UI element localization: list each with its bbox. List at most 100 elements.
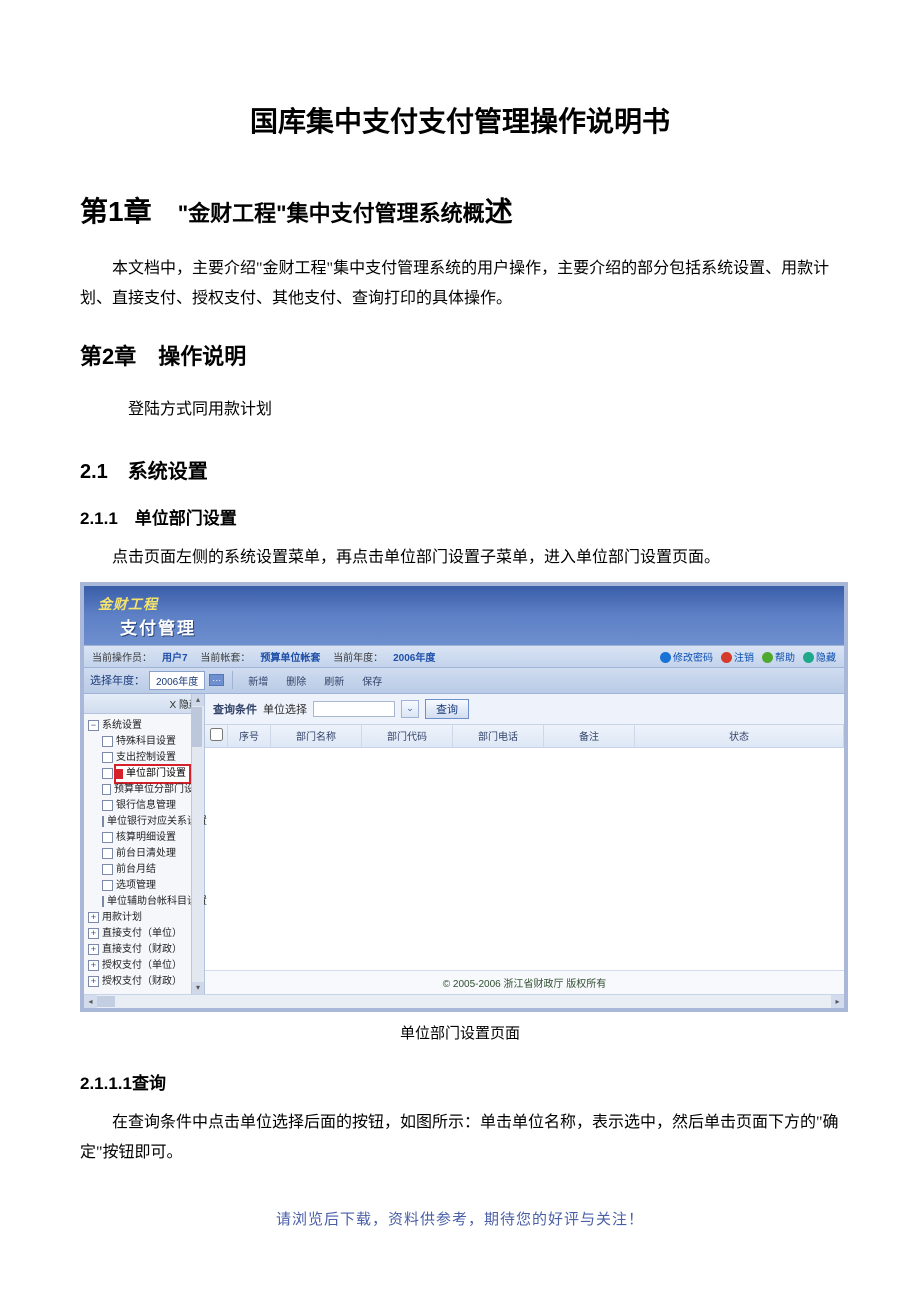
section-2-1-1-1-paragraph: 在查询条件中点击单位选择后面的按钮，如图所示：单击单位名称，表示选中，然后单击页… xyxy=(80,1108,840,1169)
table-header: 序号 部门名称 部门代码 部门电话 备注 状态 xyxy=(205,725,844,748)
dot-icon xyxy=(721,652,732,663)
account-label: 当前帐套： xyxy=(200,653,250,664)
expand-icon[interactable]: + xyxy=(88,944,99,955)
tree-item[interactable]: 前台日清处理 xyxy=(88,846,204,862)
col-dept-tel: 部门电话 xyxy=(453,725,544,747)
logout-link[interactable]: 注销 xyxy=(721,649,754,664)
year-label: 当前年度： xyxy=(333,653,383,664)
scroll-track[interactable] xyxy=(97,996,831,1007)
sidebar-hide-button[interactable]: X 隐藏 xyxy=(84,694,204,714)
tree-item[interactable]: 选项管理 xyxy=(88,878,204,894)
chapter-1-quote-open: " xyxy=(178,201,188,226)
tree-group[interactable]: +授权支付（单位） xyxy=(88,958,204,974)
app-logo-line2: 支付管理 xyxy=(120,614,832,639)
col-status: 状态 xyxy=(635,725,844,747)
leaf-icon xyxy=(102,768,113,779)
app-screenshot: 金财工程 支付管理 当前操作员：用户7 当前帐套：预算单位帐套 当前年度：200… xyxy=(80,582,848,1012)
col-remark: 备注 xyxy=(544,725,635,747)
tree-item[interactable]: 单位银行对应关系设置 xyxy=(88,814,204,830)
leaf-icon xyxy=(102,736,113,747)
tree-group[interactable]: +授权支付（财政） xyxy=(88,974,204,990)
scroll-left-icon[interactable]: ◂ xyxy=(84,995,97,1008)
info-left: 当前操作员：用户7 当前帐套：预算单位帐套 当前年度：2006年度 xyxy=(92,649,445,664)
expand-icon[interactable]: + xyxy=(88,976,99,987)
col-seq: 序号 xyxy=(228,725,271,747)
chapter-1-prefix: 第1章 xyxy=(80,196,152,227)
refresh-button[interactable]: 刷新 xyxy=(317,671,351,690)
section-2-1-1-heading: 2.1.1 单位部门设置 xyxy=(80,504,840,529)
dot-icon xyxy=(762,652,773,663)
chapter-1-tail: 述 xyxy=(485,196,513,227)
intro-paragraph: 本文档中，主要介绍"金财工程"集中支付管理系统的用户操作，主要介绍的部分包括系统… xyxy=(80,254,840,315)
tree-item[interactable]: 前台月结 xyxy=(88,862,204,878)
year-picker-label: 选择年度： xyxy=(90,672,145,688)
hide-link[interactable]: 隐藏 xyxy=(803,649,836,664)
scroll-thumb[interactable] xyxy=(192,707,202,747)
footer-note: 请浏览后下载，资料供参考，期待您的好评与关注！ xyxy=(80,1208,840,1229)
tree-node-system-settings[interactable]: −系统设置 xyxy=(88,718,204,734)
info-right: 修改密码 注销 帮助 隐藏 xyxy=(660,649,836,664)
app-body: X 隐藏 −系统设置 特殊科目设置 支出控制设置 单位部门设置 预算单位分部门设… xyxy=(84,694,844,994)
chapter-2-heading: 第2章 操作说明 xyxy=(80,339,840,371)
add-button[interactable]: 新增 xyxy=(241,671,275,690)
leaf-icon xyxy=(102,848,113,859)
chapter-1-name: 金财工程 xyxy=(188,201,276,226)
chapter-1-heading: 第1章 "金财工程"集中支付管理系统概述 xyxy=(80,190,840,230)
expand-icon[interactable]: + xyxy=(88,912,99,923)
tree-item[interactable]: 核算明细设置 xyxy=(88,830,204,846)
operator-value: 用户7 xyxy=(162,653,188,664)
leaf-icon xyxy=(102,832,113,843)
collapse-icon[interactable]: − xyxy=(88,720,99,731)
vertical-separator xyxy=(232,671,233,689)
change-password-link[interactable]: 修改密码 xyxy=(660,649,713,664)
tree-group[interactable]: +用款计划 xyxy=(88,910,204,926)
leaf-icon xyxy=(102,896,104,907)
unit-select-input[interactable] xyxy=(313,701,395,717)
save-button[interactable]: 保存 xyxy=(355,671,389,690)
unit-select-picker-button[interactable]: ⌄ xyxy=(401,700,419,718)
figure-caption: 单位部门设置页面 xyxy=(80,1022,840,1043)
operator-label: 当前操作员： xyxy=(92,653,152,664)
col-dept-code: 部门代码 xyxy=(362,725,453,747)
unit-select-label: 单位选择 xyxy=(263,701,307,717)
tree-item[interactable]: 特殊科目设置 xyxy=(88,734,204,750)
filter-label: 查询条件 xyxy=(213,701,257,717)
nav-tree: −系统设置 特殊科目设置 支出控制设置 单位部门设置 预算单位分部门设置 银行信… xyxy=(84,714,204,994)
tree-group[interactable]: +直接支付（财政） xyxy=(88,942,204,958)
leaf-icon xyxy=(102,752,113,763)
query-button[interactable]: 查询 xyxy=(425,699,469,719)
document-page: 国库集中支付支付管理操作说明书 第1章 "金财工程"集中支付管理系统概述 本文档… xyxy=(0,0,920,1269)
leaf-icon xyxy=(102,880,113,891)
tree-item[interactable]: 预算单位分部门设置 xyxy=(88,782,204,798)
sidebar-scrollbar[interactable]: ▴ ▾ xyxy=(191,694,204,994)
tree-item[interactable]: 单位辅助台帐科目设置 xyxy=(88,894,204,910)
expand-icon[interactable]: + xyxy=(88,928,99,939)
scroll-up-icon[interactable]: ▴ xyxy=(192,694,204,706)
table-body-empty xyxy=(205,748,844,970)
chapter-1-quote-close: " xyxy=(276,201,286,226)
scroll-down-icon[interactable]: ▾ xyxy=(192,982,204,994)
scroll-thumb[interactable] xyxy=(97,996,115,1007)
leaf-icon xyxy=(102,784,111,795)
expand-icon[interactable]: + xyxy=(88,960,99,971)
year-value: 2006年度 xyxy=(393,653,435,664)
horizontal-scrollbar[interactable]: ◂ ▸ xyxy=(84,994,844,1008)
delete-button[interactable]: 删除 xyxy=(279,671,313,690)
leaf-icon xyxy=(102,816,104,827)
tree-group[interactable]: +直接支付（单位） xyxy=(88,926,204,942)
filter-bar: 查询条件 单位选择 ⌄ 查询 xyxy=(205,694,844,725)
info-bar: 当前操作员：用户7 当前帐套：预算单位帐套 当前年度：2006年度 修改密码 注… xyxy=(84,645,844,668)
help-link[interactable]: 帮助 xyxy=(762,649,795,664)
scroll-right-icon[interactable]: ▸ xyxy=(831,995,844,1008)
tree-item[interactable]: 支出控制设置 xyxy=(88,750,204,766)
select-all-checkbox[interactable] xyxy=(210,728,223,741)
app-header: 金财工程 支付管理 xyxy=(84,586,844,645)
col-checkbox[interactable] xyxy=(205,725,228,747)
app-logo-line1: 金财工程 xyxy=(98,594,832,614)
tree-item[interactable]: 银行信息管理 xyxy=(88,798,204,814)
year-picker-button[interactable]: ··· xyxy=(209,674,224,686)
tree-item-active[interactable]: 单位部门设置 xyxy=(88,766,204,782)
login-paragraph: 登陆方式同用款计划 xyxy=(128,395,840,425)
section-2-1-1-paragraph: 点击页面左侧的系统设置菜单，再点击单位部门设置子菜单，进入单位部门设置页面。 xyxy=(80,543,840,573)
year-picker-value[interactable]: 2006年度 xyxy=(149,671,205,690)
